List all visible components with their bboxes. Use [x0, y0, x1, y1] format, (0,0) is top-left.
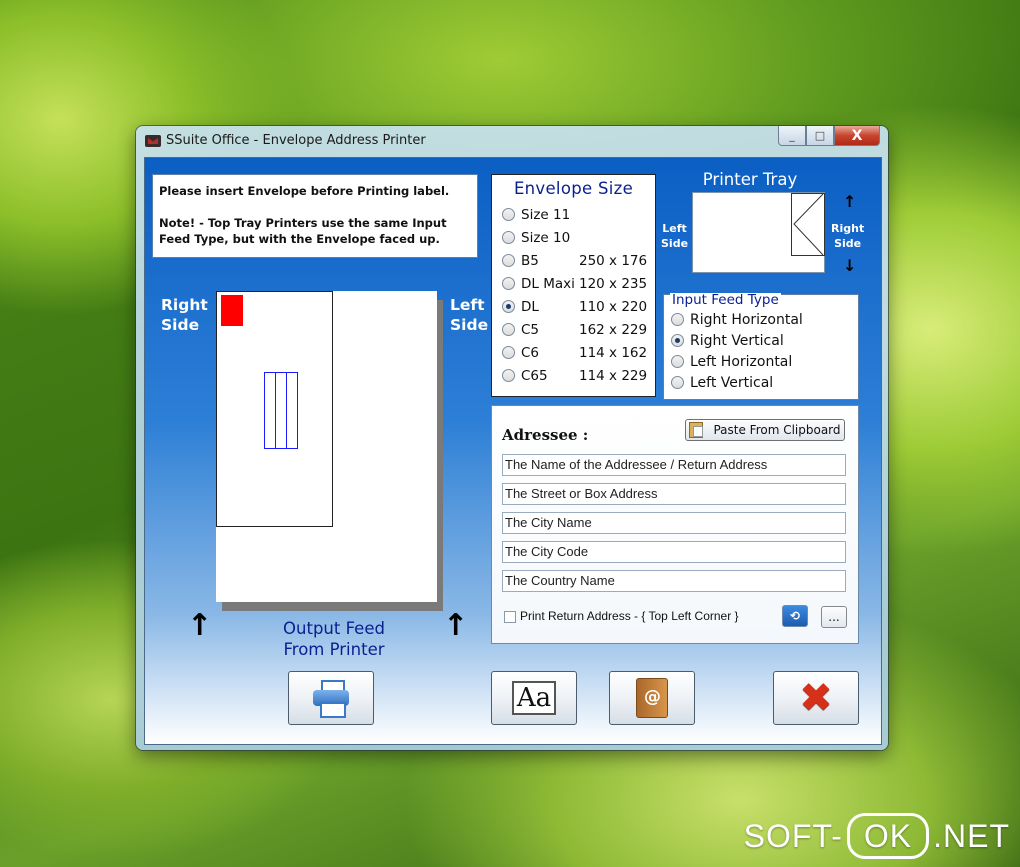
feed-type-option[interactable]: Left Horizontal: [664, 351, 803, 372]
printer-icon: [313, 680, 349, 718]
printer-tray-title: Printer Tray: [702, 170, 798, 189]
feed-up-arrow-right: ↑: [443, 608, 469, 643]
radio-button[interactable]: [502, 277, 515, 290]
radio-button[interactable]: [502, 369, 515, 382]
envelope-size-option[interactable]: C65 114 x 229: [492, 364, 655, 387]
radio-button-selected[interactable]: [502, 300, 515, 313]
radio-button[interactable]: [671, 376, 684, 389]
city-code-field[interactable]: The City Code: [502, 541, 846, 563]
radio-button[interactable]: [502, 231, 515, 244]
envelope-size-title: Envelope Size: [513, 179, 634, 198]
street-address-field[interactable]: The Street or Box Address: [502, 483, 846, 505]
radio-button[interactable]: [671, 355, 684, 368]
envelope-size-option[interactable]: C6 114 x 162: [492, 341, 655, 364]
window-title: SSuite Office - Envelope Address Printer: [166, 133, 426, 148]
radio-button-selected[interactable]: [671, 334, 684, 347]
input-feed-type-group: Input Feed Type Right Horizontal Right V…: [663, 292, 859, 400]
preview-right-side-label: Right Side: [161, 296, 208, 334]
envelope-size-panel: Envelope Size Size 11 Size 10 B5 250 x 1…: [491, 174, 656, 397]
tray-up-arrow-icon: ↑: [843, 192, 857, 211]
instructions-line-2: Note! - Top Tray Printers use the same I…: [159, 216, 447, 246]
font-icon: Aa: [511, 681, 557, 715]
country-name-field[interactable]: The Country Name: [502, 570, 846, 592]
envelope-flap-icon: [793, 193, 824, 256]
title-bar[interactable]: SSuite Office - Envelope Address Printer…: [136, 126, 888, 156]
radio-button[interactable]: [502, 208, 515, 221]
tray-down-arrow-icon: ↓: [843, 256, 857, 275]
addressee-name-field[interactable]: The Name of the Addressee / Return Addre…: [502, 454, 846, 476]
close-x-icon: ✖: [799, 675, 833, 721]
clipboard-icon: [689, 422, 704, 438]
envelope-size-option[interactable]: C5 162 x 229: [492, 318, 655, 341]
feed-type-option[interactable]: Left Vertical: [664, 372, 803, 393]
return-address-button[interactable]: ⟲: [782, 605, 808, 627]
app-window: SSuite Office - Envelope Address Printer…: [136, 126, 888, 750]
address-book-button[interactable]: [609, 671, 695, 725]
instructions-line-1: Please insert Envelope before Printing l…: [159, 184, 450, 198]
envelope-size-option[interactable]: DL 110 x 220: [492, 295, 655, 318]
tray-envelope: [791, 193, 825, 256]
minimize-icon: _: [789, 129, 795, 142]
radio-button[interactable]: [671, 313, 684, 326]
city-name-field[interactable]: The City Name: [502, 512, 846, 534]
feed-type-option[interactable]: Right Horizontal: [664, 309, 803, 330]
font-button[interactable]: Aa: [491, 671, 577, 725]
minimize-button[interactable]: _: [778, 126, 806, 146]
preview-left-side-label: Left Side: [450, 296, 489, 334]
feed-up-arrow-left: ↑: [187, 608, 213, 643]
return-arrow-icon: ⟲: [789, 609, 801, 623]
print-return-address-checkbox[interactable]: [504, 611, 516, 623]
radio-button[interactable]: [502, 346, 515, 359]
envelope-size-option[interactable]: Size 11: [492, 203, 655, 226]
exit-button[interactable]: ✖: [773, 671, 859, 725]
close-icon: X: [851, 127, 863, 144]
app-icon: [145, 135, 161, 147]
input-feed-type-legend: Input Feed Type: [670, 292, 781, 308]
radio-button[interactable]: [502, 254, 515, 267]
envelope-size-option[interactable]: Size 10: [492, 226, 655, 249]
paste-from-clipboard-button[interactable]: Paste From Clipboard: [685, 419, 845, 441]
radio-button[interactable]: [502, 323, 515, 336]
more-options-button[interactable]: ...: [821, 606, 847, 628]
caption-buttons: _ □ X: [778, 126, 880, 146]
tray-left-side-label: Left Side: [661, 222, 689, 250]
feed-type-option[interactable]: Right Vertical: [664, 330, 803, 351]
stamp-marker: [221, 295, 243, 326]
output-feed-label: Output Feed From Printer: [283, 619, 385, 659]
address-lines-marker: [264, 372, 298, 449]
instructions-box: Please insert Envelope before Printing l…: [152, 174, 478, 258]
envelope-size-option[interactable]: DL Maxi 120 x 235: [492, 272, 655, 295]
close-button[interactable]: X: [834, 126, 880, 146]
client-area: Please insert Envelope before Printing l…: [144, 157, 882, 745]
print-return-address-label: Print Return Address - { Top Left Corner…: [520, 609, 739, 623]
maximize-icon: □: [814, 129, 826, 142]
addressee-panel: Adressee : Paste From Clipboard The Name…: [491, 405, 859, 644]
maximize-button[interactable]: □: [806, 126, 834, 146]
addressee-title: Adressee :: [502, 426, 589, 444]
address-book-icon: [636, 678, 668, 718]
print-button[interactable]: [288, 671, 374, 725]
envelope-size-option[interactable]: B5 250 x 176: [492, 249, 655, 272]
tray-right-side-label: Right Side: [831, 222, 865, 250]
site-watermark: SOFT- OK .NET: [744, 813, 1010, 859]
